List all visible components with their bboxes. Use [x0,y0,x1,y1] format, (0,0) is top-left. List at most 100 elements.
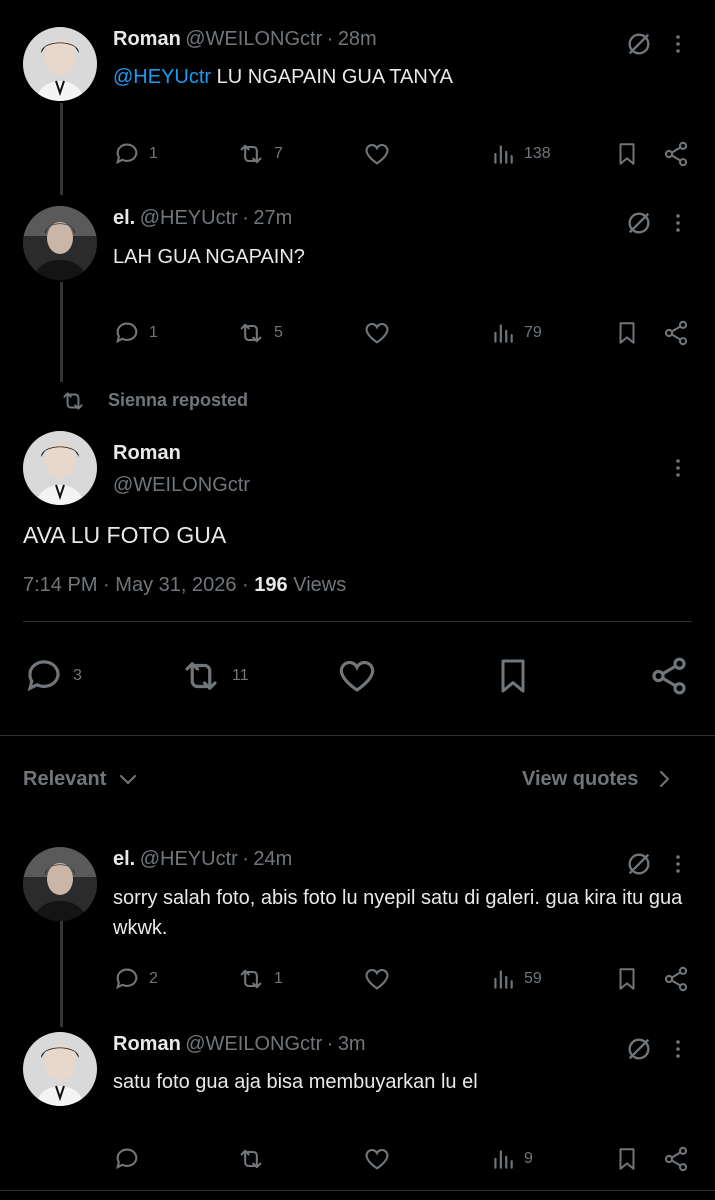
repost-button[interactable]: 7 [236,140,283,168]
views-button[interactable]: 79 [490,319,542,347]
views-count: 59 [524,970,542,987]
reply-button[interactable]: 1 [113,319,158,347]
avatar[interactable] [23,431,97,505]
reply-button[interactable]: 2 [113,965,158,993]
grok-icon[interactable] [625,1035,653,1063]
views-icon [490,140,516,168]
separator-dot: · [326,28,334,50]
view-quotes-link[interactable]: View quotes [522,767,676,791]
views-icon [490,1145,516,1173]
tweet-text: LAH GUA NGAPAIN? [113,246,305,268]
views-button[interactable]: 9 [490,1145,533,1173]
timestamp[interactable]: 28m [338,28,377,50]
views-count: 138 [524,145,551,162]
bookmark-icon[interactable] [614,319,640,347]
grok-icon[interactable] [625,30,653,58]
timestamp[interactable]: 3m [338,1033,366,1055]
sort-dropdown[interactable]: Relevant [23,767,140,791]
reply-icon [113,319,141,347]
repost-button[interactable] [236,1145,266,1173]
share-icon[interactable] [648,655,690,697]
reply-button[interactable]: 1 [113,140,158,168]
tweet-header: Roman @WEILONGctr · 3m [113,1033,366,1056]
repost-button[interactable]: 5 [236,319,283,347]
reply-button[interactable] [113,1145,141,1173]
user-handle[interactable]: @WEILONGctr [185,1033,322,1055]
tweet-date[interactable]: May 31, 2026 [115,574,236,596]
mention-link[interactable]: @HEYUctr [113,66,211,88]
display-name[interactable]: Roman [113,28,181,50]
tweet-time[interactable]: 7:14 PM [23,574,97,596]
sort-label: Relevant [23,767,107,790]
share-icon[interactable] [662,1145,690,1173]
avatar[interactable] [23,27,97,101]
grok-icon[interactable] [625,850,653,878]
reply-count: 3 [73,667,82,684]
view-quotes-label: View quotes [522,767,639,790]
user-handle[interactable]: @WEILONGctr [113,474,250,497]
more-options-icon[interactable] [666,209,690,237]
repost-count: 7 [274,145,283,162]
reply-count: 2 [149,970,158,987]
more-options-icon[interactable] [666,850,690,878]
like-icon[interactable] [363,1145,391,1173]
views-count: 9 [524,1150,533,1167]
chevron-right-icon [652,767,676,791]
repost-button[interactable]: 1 [236,965,283,993]
more-options-icon[interactable] [666,454,690,482]
more-options-icon[interactable] [666,30,690,58]
repost-icon [58,388,88,414]
like-icon[interactable] [363,140,391,168]
display-name[interactable]: Roman [113,1033,181,1055]
tweet-text: @HEYUctr LU NGAPAIN GUA TANYA [113,62,453,92]
timestamp[interactable]: 24m [253,848,292,870]
separator-dot: · [242,207,249,229]
views-icon [490,965,516,993]
repost-icon [236,965,266,993]
divider [0,1190,715,1191]
avatar[interactable] [23,206,97,280]
timestamp[interactable]: 27m [253,207,292,229]
avatar[interactable] [23,847,97,921]
user-handle[interactable]: @WEILONGctr [185,28,322,50]
user-handle[interactable]: @HEYUctr [140,848,238,870]
grok-icon[interactable] [625,209,653,237]
repost-count: 5 [274,324,283,341]
more-options-icon[interactable] [666,1035,690,1063]
views-button[interactable]: 138 [490,140,551,168]
display-name[interactable]: el. [113,848,135,870]
reply-count: 1 [149,324,158,341]
bookmark-icon[interactable] [614,140,640,168]
tweet-text: satu foto gua aja bisa membuyarkan lu el [113,1071,478,1093]
views-count: 79 [524,324,542,341]
like-icon[interactable] [363,965,391,993]
user-handle[interactable]: @HEYUctr [140,207,238,229]
repost-banner[interactable]: Sienna reposted [108,390,248,411]
share-icon[interactable] [662,140,690,168]
thread-line [60,912,63,1027]
bookmark-icon[interactable] [614,1145,640,1173]
like-icon[interactable] [363,319,391,347]
avatar[interactable] [23,1032,97,1106]
display-name[interactable]: Roman [113,442,181,465]
views-button[interactable]: 59 [490,965,542,993]
repost-count: 1 [274,970,283,987]
separator-dot: · [103,574,110,596]
reply-icon [113,1145,141,1173]
tweet-header: Roman @WEILONGctr · 28m [113,28,377,51]
display-name[interactable]: el. [113,207,135,229]
reply-icon [113,965,141,993]
separator-dot: · [326,1033,334,1055]
tweet-header: el. @HEYUctr · 27m [113,207,292,230]
repost-icon [236,140,266,168]
like-icon[interactable] [336,655,378,697]
repost-button[interactable]: 11 [178,655,249,697]
share-icon[interactable] [662,965,690,993]
tweet-text: AVA LU FOTO GUA [23,522,227,548]
bookmark-icon[interactable] [614,965,640,993]
repost-icon [178,655,224,697]
share-icon[interactable] [662,319,690,347]
reply-button[interactable]: 3 [23,655,82,697]
bookmark-icon[interactable] [493,655,533,697]
tweet-text: sorry salah foto, abis foto lu nyepil sa… [113,887,683,939]
